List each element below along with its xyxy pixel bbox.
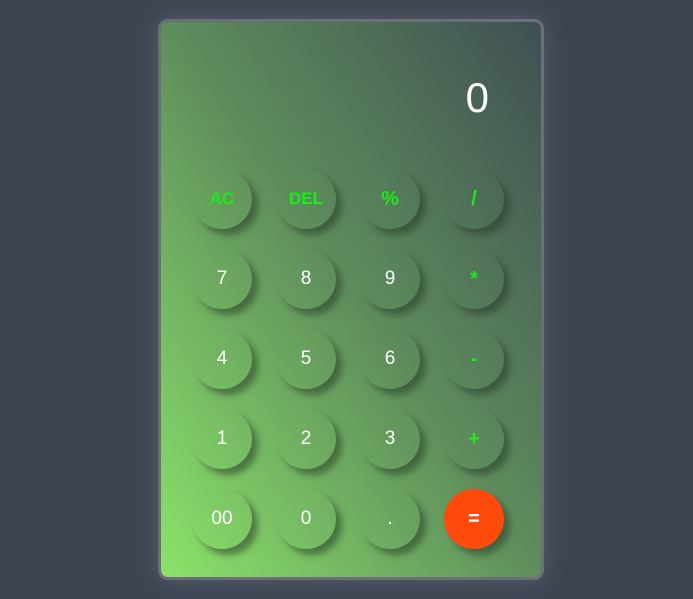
- digit-4-button[interactable]: 4: [192, 329, 252, 389]
- digit-5-button[interactable]: 5: [276, 329, 336, 389]
- clear-all-button[interactable]: AC: [192, 169, 252, 229]
- digit-8-button[interactable]: 8: [276, 249, 336, 309]
- percent-button[interactable]: %: [360, 169, 420, 229]
- subtract-button[interactable]: -: [444, 329, 504, 389]
- add-button[interactable]: +: [444, 409, 504, 469]
- decimal-button[interactable]: .: [360, 489, 420, 549]
- equals-button[interactable]: =: [444, 489, 504, 549]
- digit-6-button[interactable]: 6: [360, 329, 420, 389]
- double-zero-button[interactable]: 00: [192, 489, 252, 549]
- digit-7-button[interactable]: 7: [192, 249, 252, 309]
- digit-9-button[interactable]: 9: [360, 249, 420, 309]
- delete-button[interactable]: DEL: [276, 169, 336, 229]
- digit-1-button[interactable]: 1: [192, 409, 252, 469]
- divide-button[interactable]: /: [444, 169, 504, 229]
- calculator: 0 AC DEL % / 7 8 9 * 4 5 6 - 1 2 3 + 00 …: [158, 19, 544, 580]
- digit-3-button[interactable]: 3: [360, 409, 420, 469]
- multiply-button[interactable]: *: [444, 249, 504, 309]
- digit-2-button[interactable]: 2: [276, 409, 336, 469]
- digit-0-button[interactable]: 0: [276, 489, 336, 549]
- display-value: 0: [465, 74, 489, 121]
